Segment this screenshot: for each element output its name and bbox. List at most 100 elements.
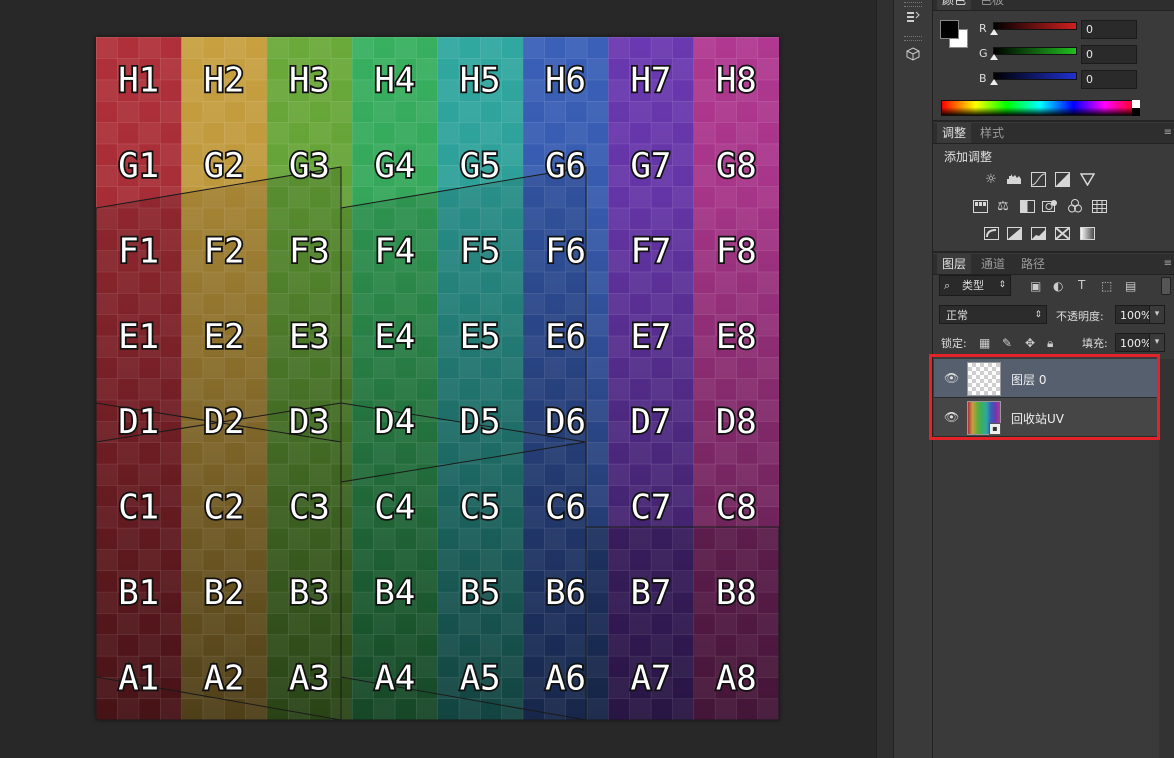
green-channel-label: G <box>979 47 988 60</box>
tab-styles[interactable]: 样式 <box>975 123 1009 143</box>
adjustment-layer-filter-icon[interactable]: ◐ <box>1053 279 1063 293</box>
uv-cell-label: C4 <box>374 488 415 528</box>
layers-panel-menu-icon[interactable]: ≡ <box>1164 258 1172 269</box>
uv-cell-label: E7 <box>630 317 671 357</box>
red-value-input[interactable]: 0 <box>1081 20 1137 39</box>
layer-name[interactable]: 回收站UV <box>1011 410 1064 427</box>
layer-name[interactable]: 图层 0 <box>1011 371 1046 388</box>
filter-toggle[interactable] <box>1161 277 1171 295</box>
uv-cell-label: H8 <box>716 61 757 101</box>
type-layer-filter-icon[interactable]: T <box>1078 278 1085 292</box>
uv-cell-label: A4 <box>374 658 415 698</box>
tab-layers[interactable]: 图层 <box>937 254 972 274</box>
selective-color-icon[interactable] <box>1054 225 1070 241</box>
uv-cell-label: B1 <box>118 573 159 613</box>
tab-swatches[interactable]: 色板 <box>975 0 1009 10</box>
color-spectrum-bar[interactable] <box>941 100 1139 116</box>
color-lookup-icon[interactable] <box>1091 198 1107 214</box>
uv-cell-label: D7 <box>630 402 671 442</box>
levels-icon[interactable] <box>1006 171 1022 187</box>
opacity-dropdown-icon[interactable]: ▾ <box>1149 306 1164 323</box>
uv-cell-label: G7 <box>630 146 671 186</box>
color-panel-tabbar: 颜色 色板 <box>933 0 1174 11</box>
foreground-color-swatch[interactable] <box>940 20 959 39</box>
uv-cell-label: D5 <box>460 402 501 442</box>
exposure-icon[interactable] <box>1054 171 1070 187</box>
lock-transparent-pixels-icon[interactable]: ▦ <box>979 336 990 350</box>
fill-dropdown-icon[interactable]: ▾ <box>1149 334 1164 351</box>
invert-icon[interactable] <box>983 225 999 241</box>
channel-mixer-icon[interactable] <box>1067 198 1083 214</box>
lock-label: 锁定: <box>941 337 967 350</box>
panel-gutter <box>876 0 893 758</box>
green-slider[interactable] <box>993 47 1077 55</box>
visibility-eye-icon[interactable]: 👁︎ <box>944 410 959 424</box>
3d-cube-icon[interactable] <box>902 43 924 65</box>
vibrance-icon[interactable] <box>1079 171 1095 187</box>
blue-slider[interactable] <box>993 72 1077 80</box>
brightness-contrast-icon[interactable]: ☼ <box>983 171 999 187</box>
uv-cell-label: H2 <box>204 61 245 101</box>
black-white-icon[interactable] <box>1019 198 1035 214</box>
photo-filter-icon[interactable] <box>1042 198 1058 214</box>
uv-cell-label: A5 <box>460 658 501 698</box>
layers-scrollbar[interactable] <box>1159 359 1174 758</box>
blue-value-input[interactable]: 0 <box>1081 70 1137 89</box>
layer-row[interactable]: 👁︎ ▪ 回收站UV <box>934 398 1159 437</box>
lock-all-icon[interactable]: 🔒︎ <box>1047 336 1053 351</box>
black-white-swatch[interactable] <box>1132 100 1140 116</box>
visibility-eye-icon[interactable]: 👁︎ <box>944 371 959 385</box>
smart-object-badge-icon: ▪ <box>989 423 1001 435</box>
red-slider[interactable] <box>993 22 1077 30</box>
color-balance-icon[interactable]: ⚖ <box>995 198 1011 214</box>
uv-cell-label: B6 <box>545 573 586 613</box>
uv-cell-label: F4 <box>374 231 415 271</box>
smart-object-filter-icon[interactable]: ▤ <box>1125 279 1136 293</box>
uv-cell-label: C3 <box>289 488 330 528</box>
shape-layer-filter-icon[interactable]: ⬚ <box>1101 279 1112 293</box>
fill-value: 100% <box>1120 337 1152 350</box>
uv-checker-canvas[interactable]: H1 H2 H3 H4 H5 H6 H7 H8 G1 G2 G3 G4 G5 G6 G7 G8 F1 F2 F3 F4… <box>96 37 779 720</box>
pixel-layer-filter-icon[interactable]: ▣ <box>1030 279 1041 293</box>
uv-cell-label: G5 <box>460 146 501 186</box>
tab-adjustments[interactable]: 调整 <box>937 123 972 143</box>
uv-cell-label: E4 <box>374 317 415 357</box>
strip-grip-2[interactable] <box>904 36 922 41</box>
green-value-input[interactable]: 0 <box>1081 45 1137 64</box>
posterize-icon[interactable] <box>1006 225 1022 241</box>
uv-cell-label: A8 <box>716 658 757 698</box>
green-slider-thumb[interactable] <box>990 54 998 60</box>
uv-cell-label: C1 <box>118 488 159 528</box>
uv-cell-label: D3 <box>289 402 330 442</box>
uv-cell-label: H1 <box>118 61 159 101</box>
curves-icon[interactable] <box>1030 171 1046 187</box>
add-adjustment-title: 添加调整 <box>944 150 993 164</box>
uv-cell-label: G3 <box>289 146 330 186</box>
uv-cell-label: F3 <box>289 231 330 271</box>
uv-cell-label: D6 <box>545 402 586 442</box>
uv-cell-label: B5 <box>460 573 501 613</box>
fill-input[interactable]: 100% ▾ <box>1115 333 1165 352</box>
uv-cell-label: C6 <box>545 488 586 528</box>
layer-row[interactable]: 👁︎ 图层 0 <box>934 359 1159 398</box>
opacity-input[interactable]: 100% ▾ <box>1115 305 1165 324</box>
lock-image-pixels-icon[interactable]: ✎ <box>1002 336 1012 350</box>
red-slider-thumb[interactable] <box>990 29 998 35</box>
tab-color[interactable]: 颜色 <box>937 0 972 10</box>
blend-mode-select[interactable]: 正常 ⇕ <box>939 305 1047 324</box>
hue-saturation-icon[interactable] <box>972 198 988 214</box>
layer-thumbnail: ▪ <box>967 401 1001 435</box>
blue-slider-thumb[interactable] <box>990 79 998 85</box>
tab-channels[interactable]: 通道 <box>976 254 1010 274</box>
lock-position-icon[interactable]: ✥ <box>1025 336 1035 350</box>
uv-cell-label: B2 <box>204 573 245 613</box>
threshold-icon[interactable] <box>1030 225 1046 241</box>
uv-cell-label: H3 <box>289 61 330 101</box>
panel-menu-icon[interactable]: ≡ <box>1164 127 1172 138</box>
layer-filter-select[interactable]: ⌕ 类型 ⇕ <box>939 275 1011 296</box>
uv-cell-label: C7 <box>630 488 671 528</box>
uv-cell-label: C2 <box>204 488 245 528</box>
history-icon[interactable] <box>902 6 924 28</box>
tab-paths[interactable]: 路径 <box>1016 254 1050 274</box>
gradient-map-icon[interactable] <box>1079 225 1095 241</box>
